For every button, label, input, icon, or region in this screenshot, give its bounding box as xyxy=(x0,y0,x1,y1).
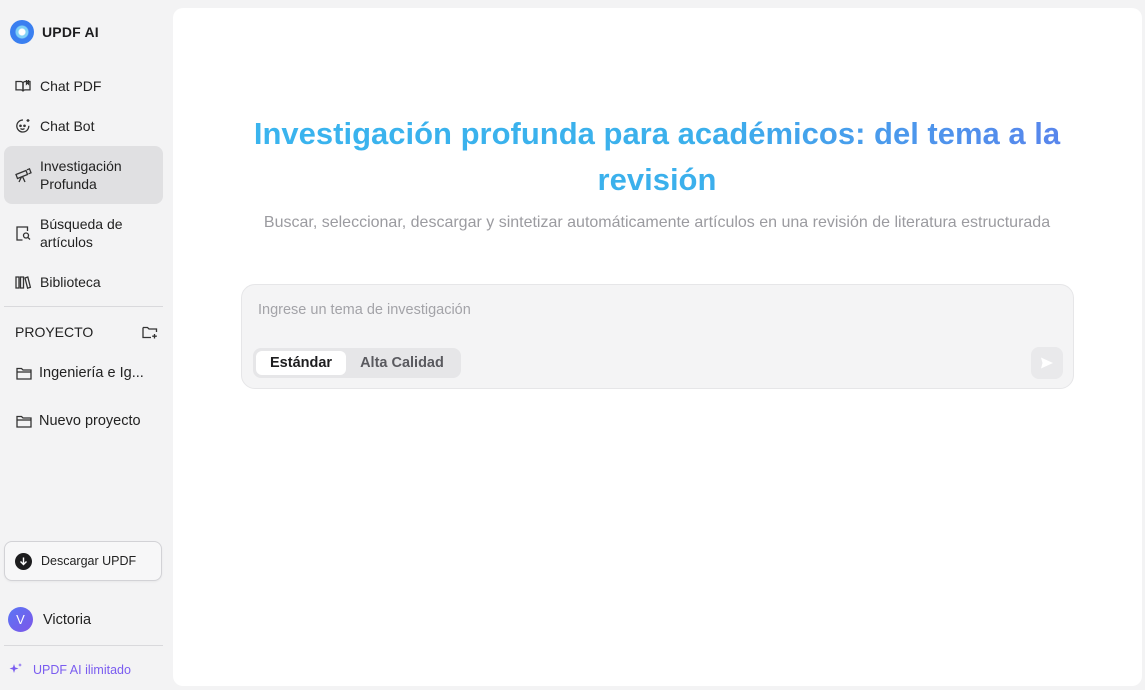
sidebar-item-biblioteca[interactable]: Biblioteca xyxy=(4,272,163,292)
send-button[interactable] xyxy=(1031,347,1063,379)
sidebar-item-busqueda-de-articulos[interactable]: Búsqueda de artículos xyxy=(4,214,163,252)
folder-add-icon[interactable] xyxy=(141,323,159,341)
mode-high-quality-button[interactable]: Alta Calidad xyxy=(346,351,458,375)
upgrade-link[interactable]: UPDF AI ilimitado xyxy=(8,662,131,677)
research-topic-input[interactable] xyxy=(258,299,1048,321)
send-icon xyxy=(1039,355,1055,371)
sidebar: UPDF AI Chat PDF Chat Bot Investigación … xyxy=(0,0,168,690)
sidebar-item-chat-bot[interactable]: Chat Bot xyxy=(4,116,163,136)
project-item[interactable]: Ingeniería e Ig... xyxy=(15,364,144,382)
sidebar-item-label: Chat Bot xyxy=(40,118,95,134)
download-updf-button[interactable]: Descargar UPDF xyxy=(4,541,162,581)
updf-logo-icon xyxy=(10,20,34,44)
mode-toggle: Estándar Alta Calidad xyxy=(253,348,461,378)
sidebar-divider xyxy=(4,306,163,307)
project-section-header: PROYECTO xyxy=(15,323,159,341)
download-button-label: Descargar UPDF xyxy=(41,554,137,568)
sidebar-item-label: Chat PDF xyxy=(40,78,102,94)
project-item[interactable]: Nuevo proyecto xyxy=(15,412,141,430)
download-icon xyxy=(15,552,32,570)
sparkle-icon xyxy=(8,662,23,677)
chat-bot-icon xyxy=(14,117,32,135)
sidebar-item-label: Biblioteca xyxy=(40,274,101,290)
sidebar-item-investigacion-profunda[interactable]: Investigación Profunda xyxy=(4,146,163,204)
page-title: Investigación profunda para académicos: … xyxy=(233,111,1081,203)
sidebar-item-chat-pdf[interactable]: Chat PDF xyxy=(4,76,163,96)
folder-icon xyxy=(15,364,33,382)
brand[interactable]: UPDF AI xyxy=(10,20,99,44)
page-subtitle: Buscar, seleccionar, descargar y sinteti… xyxy=(263,214,1051,231)
mode-standard-button[interactable]: Estándar xyxy=(256,351,347,375)
project-section-title: PROYECTO xyxy=(15,324,94,340)
avatar: V xyxy=(8,607,33,632)
telescope-icon xyxy=(14,166,32,184)
folder-icon xyxy=(15,412,33,430)
brand-name: UPDF AI xyxy=(42,24,99,40)
user-profile[interactable]: V Victoria xyxy=(8,607,91,632)
project-item-label: Nuevo proyecto xyxy=(39,413,141,429)
project-item-label: Ingeniería e Ig... xyxy=(39,365,144,381)
research-input-box: Estándar Alta Calidad xyxy=(241,284,1074,389)
sidebar-divider xyxy=(4,645,163,646)
upgrade-label: UPDF AI ilimitado xyxy=(33,662,131,677)
library-icon xyxy=(14,273,32,291)
document-search-icon xyxy=(14,224,32,242)
sidebar-item-label: Investigación Profunda xyxy=(40,158,122,192)
user-name: Victoria xyxy=(43,611,92,628)
main-panel: Investigación profunda para académicos: … xyxy=(173,8,1142,686)
sidebar-item-label: Búsqueda de artículos xyxy=(40,216,123,250)
book-open-icon xyxy=(14,77,32,95)
